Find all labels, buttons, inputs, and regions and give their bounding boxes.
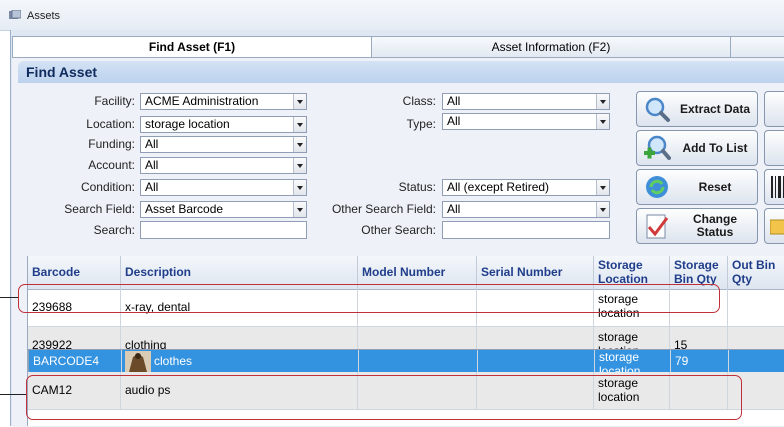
funding-select[interactable]: All	[140, 136, 307, 153]
account-label: Account:	[88, 158, 135, 172]
other-search-field-label: Other Search Field:	[331, 202, 436, 216]
cell-barcode: BARCODE4	[33, 354, 100, 368]
barcode-button[interactable]	[764, 169, 784, 205]
tab-asset-information[interactable]: Asset Information (F2)	[371, 36, 731, 57]
cell-storage-bin-qty: 79	[675, 354, 689, 368]
status-label: Status:	[398, 180, 436, 194]
type-select[interactable]: All	[442, 113, 610, 130]
folder-button[interactable]	[764, 208, 784, 244]
highlight-row-239688	[18, 284, 720, 313]
chevron-down-icon	[293, 137, 306, 152]
class-label: Class:	[402, 94, 436, 108]
tab-find-asset[interactable]: Find Asset (F1)	[12, 36, 372, 58]
panel-header: Find Asset	[18, 61, 784, 83]
chevron-down-icon	[293, 202, 306, 217]
folder-icon	[770, 219, 784, 235]
facility-select[interactable]: ACME Administration	[140, 93, 307, 110]
checkmark-document-icon	[646, 214, 669, 239]
chevron-down-icon	[596, 94, 609, 109]
reset-button[interactable]: Reset	[636, 169, 758, 205]
location-label: Location:	[86, 117, 135, 131]
account-select[interactable]: All	[140, 157, 307, 174]
other-search-input[interactable]	[442, 221, 610, 239]
window-title: Assets	[27, 10, 61, 22]
extract-data-button[interactable]: Extract Data	[636, 91, 758, 127]
condition-select[interactable]: All	[140, 179, 307, 196]
refresh-icon	[646, 176, 668, 198]
chevron-down-icon	[596, 114, 609, 129]
chevron-down-icon	[293, 158, 306, 173]
change-status-button[interactable]: Change Status	[636, 208, 758, 244]
class-select[interactable]: All	[442, 93, 610, 110]
chevron-down-icon	[596, 180, 609, 195]
add-to-list-button[interactable]: Add To List	[636, 130, 758, 166]
search-label: Search:	[93, 223, 135, 237]
other-search-field-select[interactable]: All	[442, 201, 610, 218]
chevron-down-icon	[293, 94, 306, 109]
condition-label: Condition:	[80, 180, 135, 194]
other-search-label: Other Search:	[361, 223, 436, 237]
location-select[interactable]: storage location	[140, 116, 307, 133]
status-select[interactable]: All (except Retired)	[442, 179, 610, 196]
col-out-bin-qty[interactable]: Out Bin Qty	[728, 256, 784, 289]
funding-label: Funding:	[88, 137, 135, 151]
side-button-2[interactable]	[764, 130, 784, 166]
highlight-row-cam12	[26, 375, 742, 420]
chevron-down-icon	[293, 117, 306, 132]
barcode-icon	[771, 176, 784, 198]
magnifier-icon	[645, 97, 670, 122]
cell-storage-location: storage location	[599, 350, 641, 372]
facility-label: Facility:	[94, 94, 135, 108]
type-label: Type:	[406, 117, 436, 131]
search-field-select[interactable]: Asset Barcode	[140, 201, 307, 218]
side-button-1[interactable]	[764, 91, 784, 127]
cell-description: clothes	[154, 354, 193, 368]
callout-leader-line	[0, 394, 26, 395]
clothes-thumbnail	[125, 351, 151, 372]
search-input[interactable]	[140, 221, 307, 239]
panel-title: Find Asset	[26, 64, 98, 80]
window-titlebar: Assets	[0, 0, 784, 31]
assets-app-icon	[9, 10, 21, 19]
search-field-label: Search Field:	[64, 202, 135, 216]
tab-more[interactable]	[730, 36, 784, 57]
table-row-selected[interactable]: BARCODE4 clothes storage location 79	[28, 349, 784, 373]
chevron-down-icon	[293, 180, 306, 195]
chevron-down-icon	[596, 202, 609, 217]
callout-leader-line	[0, 297, 18, 298]
magnifier-plus-icon	[644, 135, 671, 160]
